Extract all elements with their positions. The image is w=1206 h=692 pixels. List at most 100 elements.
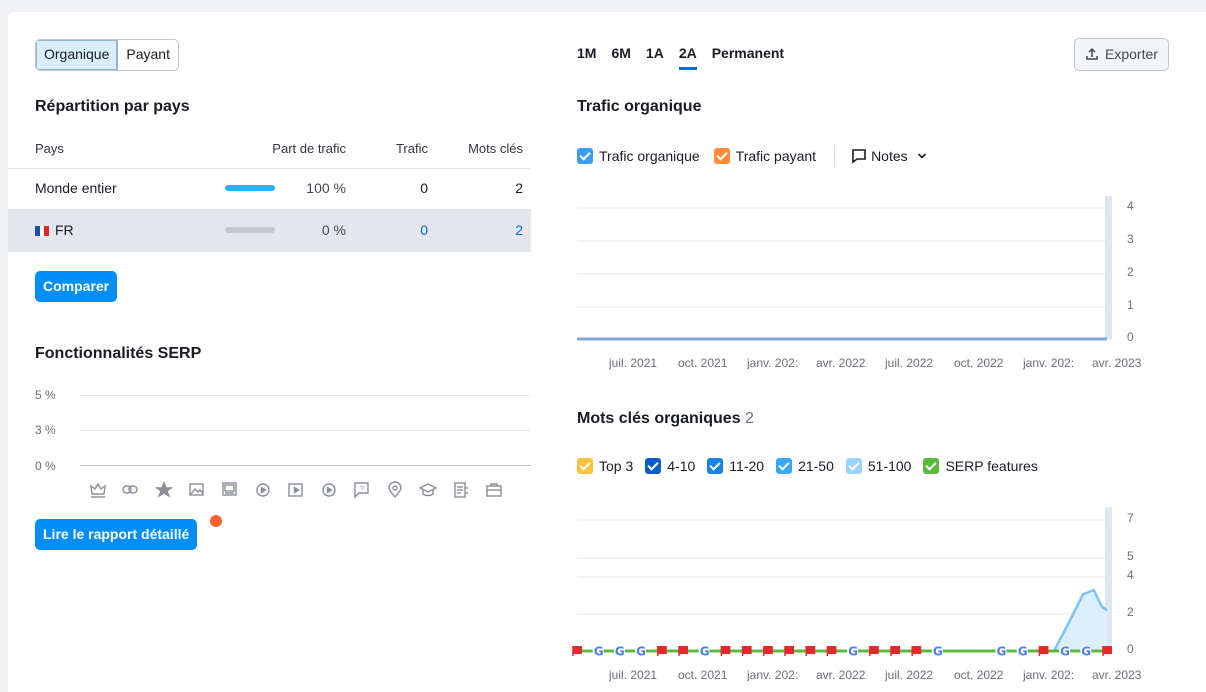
legend-21-50[interactable]: 21-50	[776, 458, 834, 474]
flag-marker-icon	[826, 646, 837, 656]
legend-top-3[interactable]: Top 3	[577, 458, 633, 474]
image-icon	[189, 483, 204, 496]
flag-marker-shape	[1103, 646, 1112, 654]
checkbox-checked-icon	[845, 458, 862, 474]
organic-traffic-title: Trafic organique	[577, 98, 702, 115]
legend-serp-features[interactable]: SERP features	[923, 458, 1038, 474]
briefcase-icon	[486, 483, 502, 497]
flag-marker-icon	[911, 646, 922, 656]
serp-gridline	[80, 395, 530, 396]
compare-button[interactable]: Comparer	[35, 271, 118, 302]
serp-features-title: Fonctionnalités SERP	[35, 345, 202, 362]
google-marker-icon: G	[613, 645, 625, 659]
legend-label: 21-50	[798, 458, 834, 474]
flag-marker-icon	[763, 646, 773, 656]
notes-label: Notes	[871, 148, 908, 164]
google-marker-letter: G	[933, 645, 943, 659]
serp-icons-row: ?	[88, 480, 528, 500]
faq-icon: ?	[354, 482, 369, 499]
flag-marker-icon	[572, 646, 582, 656]
y-tick: 4	[1127, 199, 1134, 213]
comment-icon	[851, 148, 867, 164]
checkbox-checked-icon	[645, 458, 662, 474]
flag-marker-shape	[891, 646, 900, 654]
x-tick: avr. 2023	[1092, 356, 1142, 370]
location-icon	[388, 481, 402, 499]
col-header-traffic-share[interactable]: Part de trafic	[260, 141, 346, 156]
chart-svg	[577, 196, 1112, 341]
google-marker-icon: G	[592, 645, 604, 659]
traffic-value: 0	[420, 180, 428, 196]
y-tick: 2	[1127, 265, 1134, 279]
keywords-value-link[interactable]: 2	[451, 222, 523, 238]
x-tick: juil. 2022	[885, 668, 934, 682]
google-marker-icon: G	[1080, 645, 1092, 659]
x-tick: oct. 2022	[954, 668, 1004, 682]
google-marker-icon: G	[931, 645, 943, 659]
traffic-value-link[interactable]: 0	[380, 222, 428, 238]
keywords-value: 2	[515, 180, 523, 196]
x-tick: avr. 2022	[816, 356, 866, 370]
flag-marker-icon	[890, 646, 900, 656]
y-tick: 3	[1127, 232, 1134, 246]
legend-label: Top 3	[599, 458, 634, 474]
legend-4-10[interactable]: 4-10	[645, 458, 695, 474]
tab-organic[interactable]: Organique	[36, 40, 119, 70]
keywords-legend: Top 3 4-10 11-20 21-50 51-100 SERP features	[577, 458, 1050, 474]
x-tick: avr. 2023	[1092, 668, 1142, 682]
current-period-band	[1105, 196, 1112, 339]
flag-marker-icon	[657, 646, 667, 656]
document-icon	[454, 482, 468, 498]
detailed-report-button[interactable]: Lire le rapport détaillé	[35, 519, 198, 550]
chevron-down-icon	[917, 151, 927, 161]
period-1m[interactable]: 1M	[577, 45, 596, 70]
col-header-keywords[interactable]: Mots clés	[451, 141, 523, 156]
period-2a[interactable]: 2A	[678, 45, 697, 70]
organic-traffic-chart[interactable]: 4 3 2 1 0 juil. 2021 oct. 2021 janv. 202: avr. 2…	[577, 188, 1141, 378]
legend-divider	[834, 145, 836, 167]
y-tick: 2	[1127, 605, 1134, 619]
video-carousel-icon	[288, 483, 303, 497]
video-icon	[256, 483, 270, 497]
france-flag-icon	[35, 226, 50, 236]
x-tick: janv. 202:	[1023, 356, 1075, 370]
export-button[interactable]: Exporter	[1074, 38, 1169, 71]
col-header-country: Pays	[35, 141, 64, 156]
serp-y-tick: 0 %	[35, 459, 56, 473]
y-tick: 1	[1127, 298, 1134, 312]
legend-51-100[interactable]: 51-100	[845, 458, 911, 474]
legend-paid-traffic[interactable]: Trafic payant	[713, 148, 816, 164]
google-marker-letter: G	[1081, 645, 1091, 659]
flag-marker-icon	[1038, 646, 1049, 656]
x-tick: oct. 2021	[678, 668, 728, 682]
checkbox-checked-icon	[707, 458, 724, 474]
x-tick: juil. 2021	[609, 356, 658, 370]
legend-11-20[interactable]: 11-20	[707, 458, 764, 474]
table-row: Monde entier 100 % 0 2	[8, 169, 531, 208]
notes-dropdown[interactable]: Notes	[851, 148, 926, 164]
x-tick: janv. 202:	[747, 356, 799, 370]
y-tick: 4	[1127, 568, 1134, 582]
table-row[interactable]: FR 0 % 0 2	[8, 209, 531, 252]
google-marker-letter: G	[1018, 645, 1028, 659]
export-label: Exporter	[1105, 46, 1158, 62]
image-pack-icon	[222, 482, 237, 496]
google-marker-letter: G	[848, 645, 858, 659]
period-permanent[interactable]: Permanent	[712, 45, 784, 70]
checkbox-checked-icon	[776, 458, 793, 474]
traffic-share-bar	[225, 227, 275, 233]
col-header-traffic[interactable]: Trafic	[380, 141, 428, 156]
tab-paid[interactable]: Payant	[118, 40, 178, 70]
organic-keywords-chart[interactable]: G G G G G G G G G G 7 5 4 2 0 juil. 2021 oct. 2021 janv. …	[572, 499, 1141, 689]
traffic-share-value: 100 %	[306, 180, 346, 196]
legend-organic-traffic[interactable]: Trafic organique	[577, 148, 700, 164]
period-6m[interactable]: 6M	[611, 45, 630, 70]
y-tick: 0	[1127, 642, 1134, 656]
google-marker-icon: G	[995, 645, 1007, 659]
crown-icon	[90, 482, 106, 498]
notification-dot-icon	[210, 515, 222, 527]
organic-keywords-label: Mots clés organiques	[577, 410, 741, 427]
flag-marker-shape	[763, 646, 773, 654]
period-1a[interactable]: 1A	[646, 45, 664, 70]
y-tick: 7	[1127, 511, 1134, 525]
